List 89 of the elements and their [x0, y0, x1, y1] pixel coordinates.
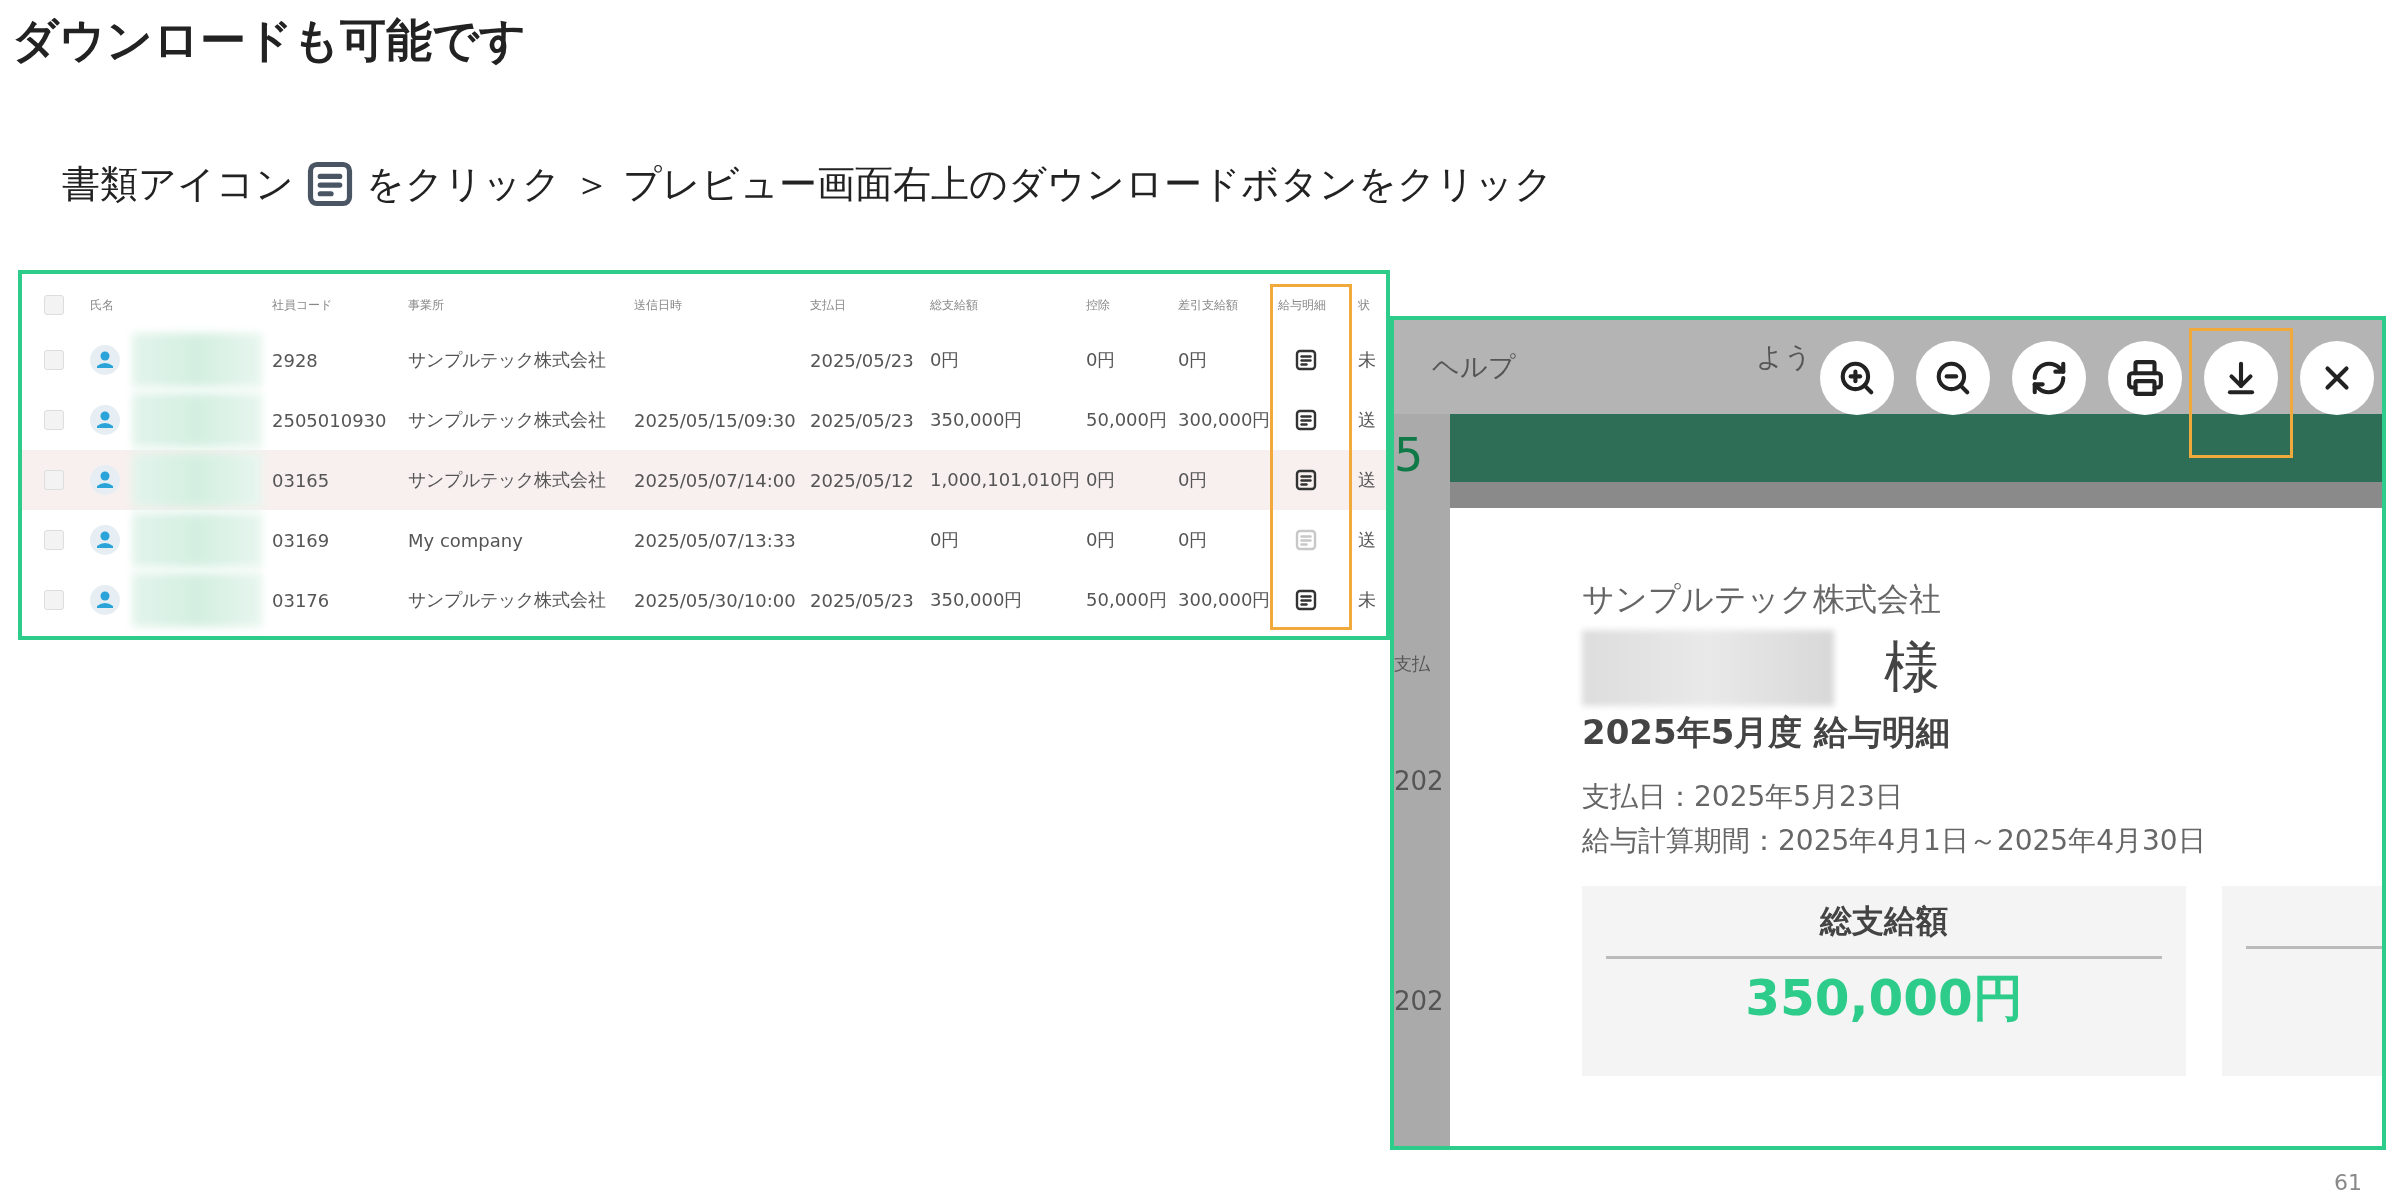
- period-text: 給与計算期間：2025年4月1日～2025年4月30日: [1582, 823, 2207, 859]
- background-text: 支払: [1394, 652, 1430, 676]
- table-cell-text: サンプルテック株式会社: [408, 468, 607, 492]
- table-cell-text: 0円: [930, 528, 961, 552]
- page-number: 61: [2334, 1170, 2362, 1195]
- help-link[interactable]: ヘルプ: [1432, 349, 1516, 385]
- table-row[interactable]: 03176 サンプルテック株式会社 2025/05/30/10:00 2025/05/23 350,000円 50,000円 300,000円 未: [22, 570, 1386, 630]
- table-cell-text: 2025/05/23: [810, 589, 915, 611]
- payslip-heading: 2025年5月度 給与明細: [1582, 711, 1952, 754]
- table-cell-text: 送: [1358, 528, 1377, 552]
- column-header: 事業所: [408, 296, 445, 314]
- table-row[interactable]: 03165 サンプルテック株式会社 2025/05/07/14:00 2025/05/12 1,000,101,010円 0円 0円 送: [22, 450, 1386, 510]
- select-all-checkbox[interactable]: [44, 295, 64, 315]
- table-cell-text: 350,000円: [930, 588, 1024, 612]
- table-cell-text: 2505010930: [272, 409, 388, 431]
- print-icon: [2126, 359, 2164, 397]
- avatar-icon: [90, 585, 120, 615]
- table-cell-text: 0円: [1086, 468, 1117, 492]
- table-cell-text: 0円: [1178, 468, 1209, 492]
- document-icon[interactable]: [1294, 408, 1318, 432]
- table-cell-text: 50,000円: [1086, 408, 1168, 432]
- row-checkbox[interactable]: [44, 350, 64, 370]
- avatar-icon: [90, 405, 120, 435]
- background-text: 202: [1394, 766, 1444, 796]
- table-cell-text: 2025/05/07/14:00: [634, 469, 797, 491]
- card-label: 総支給額: [1820, 901, 1948, 942]
- table-row[interactable]: 2505010930 サンプルテック株式会社 2025/05/15/09:30 2025/05/23 350,000円 50,000円 300,000円 送: [22, 390, 1386, 450]
- column-header: 総支給額: [930, 296, 979, 314]
- zoom-out-icon: [1934, 359, 1972, 397]
- column-header: 状: [1358, 296, 1371, 314]
- greeting-text: よう: [1756, 340, 1812, 374]
- table-cell-text: 03165: [272, 469, 331, 491]
- background-text: 202: [1394, 986, 1444, 1016]
- card-amount: 350,000円: [1745, 968, 2023, 1029]
- document-icon[interactable]: [1294, 348, 1318, 372]
- rotate-icon: [2030, 359, 2068, 397]
- table-cell-text: 350,000円: [930, 408, 1024, 432]
- column-header: 送信日時: [634, 296, 683, 314]
- table-cell-text: 1,000,101,010円: [930, 468, 1081, 492]
- row-checkbox[interactable]: [44, 410, 64, 430]
- table-cell-text: 未: [1358, 348, 1377, 372]
- instruction-text: をクリック ＞ プレビュー画面右上のダウンロードボタンをクリック: [366, 160, 1554, 208]
- column-header: 給与明細: [1278, 296, 1327, 314]
- document-icon[interactable]: [1294, 588, 1318, 612]
- honorific-text: 様: [1884, 633, 1940, 701]
- avatar-icon: [90, 525, 120, 555]
- table-cell-text: My company: [408, 529, 524, 551]
- table-cell-text: サンプルテック株式会社: [408, 408, 607, 432]
- table-row[interactable]: 03169 My company 2025/05/07/13:33 0円 0円 0円 送: [22, 510, 1386, 570]
- table-cell-text: サンプルテック株式会社: [408, 348, 607, 372]
- table-cell-text: 送: [1358, 468, 1377, 492]
- row-checkbox[interactable]: [44, 530, 64, 550]
- table-cell-text: 2025/05/15/09:30: [634, 409, 797, 431]
- table-cell-text: 03176: [272, 589, 331, 611]
- table-cell-text: 2025/05/23: [810, 409, 915, 431]
- background-text: 5: [1394, 428, 1424, 482]
- pay-date-text: 支払日：2025年5月23日: [1582, 779, 1904, 815]
- company-name: サンプルテック株式会社: [1582, 579, 1942, 620]
- avatar-icon: [90, 345, 120, 375]
- table-cell-text: 50,000円: [1086, 588, 1168, 612]
- instruction-text: 書類アイコン: [62, 160, 294, 208]
- table-cell-text: 2928: [272, 349, 319, 371]
- zoom-in-icon: [1838, 359, 1876, 397]
- table-cell-text: 300,000円: [1178, 588, 1272, 612]
- column-header: 差引支給額: [1178, 296, 1239, 314]
- slide-title: ダウンロードも可能です: [12, 12, 526, 69]
- row-checkbox[interactable]: [44, 590, 64, 610]
- table-cell-text: 0円: [1086, 528, 1117, 552]
- avatar-icon: [90, 465, 120, 495]
- table-cell-text: 2025/05/07/13:33: [634, 529, 797, 551]
- table-cell-text: 2025/05/23: [810, 349, 915, 371]
- table-cell-text: 300,000円: [1178, 408, 1272, 432]
- column-header: 氏名: [90, 296, 115, 314]
- table-row[interactable]: 2928 サンプルテック株式会社 2025/05/23 0円 0円 0円 未: [22, 330, 1386, 390]
- table-cell-text: 0円: [1178, 528, 1209, 552]
- table-cell-text: 0円: [930, 348, 961, 372]
- row-checkbox[interactable]: [44, 470, 64, 490]
- table-cell-text: 送: [1358, 408, 1377, 432]
- table-cell-text: サンプルテック株式会社: [408, 588, 607, 612]
- table-cell-text: 0円: [1086, 348, 1117, 372]
- column-header: 控除: [1086, 296, 1111, 314]
- table-cell-text: 0円: [1178, 348, 1209, 372]
- table-cell-text: 未: [1358, 588, 1377, 612]
- table-cell-text: 03169: [272, 529, 331, 551]
- table-cell-text: 2025/05/12: [810, 469, 915, 491]
- column-header: 社員コード: [272, 296, 333, 314]
- table-cell-text: 2025/05/30/10:00: [634, 589, 797, 611]
- document-icon[interactable]: [1294, 468, 1318, 492]
- column-header: 支払日: [810, 296, 847, 314]
